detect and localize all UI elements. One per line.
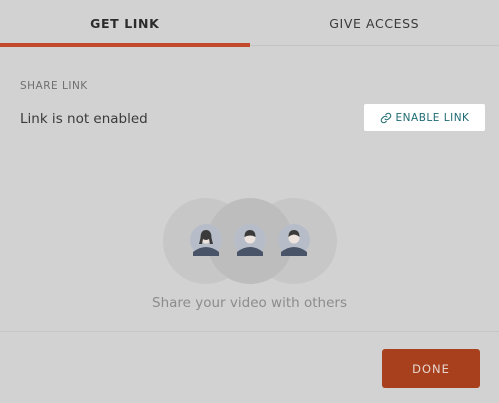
tab-get-link-label: GET LINK — [90, 15, 160, 31]
share-dialog: GET LINK GIVE ACCESS SHARE LINK Link is … — [0, 0, 499, 403]
tab-give-access[interactable]: GIVE ACCESS — [250, 0, 499, 46]
empty-state-message: Share your video with others — [152, 295, 347, 311]
people-group-icon — [162, 197, 338, 285]
enable-link-button[interactable]: ENABLE LINK — [364, 104, 485, 131]
share-link-section-label: SHARE LINK — [20, 80, 88, 92]
done-button[interactable]: DONE — [382, 349, 480, 388]
enable-link-label: ENABLE LINK — [395, 111, 470, 124]
tab-bar: GET LINK GIVE ACCESS — [0, 0, 499, 47]
active-tab-indicator — [0, 43, 250, 47]
footer-divider — [0, 331, 499, 332]
link-status-text: Link is not enabled — [20, 111, 148, 127]
link-icon — [380, 112, 392, 124]
tab-give-access-label: GIVE ACCESS — [329, 15, 420, 31]
tab-get-link[interactable]: GET LINK — [0, 0, 250, 47]
